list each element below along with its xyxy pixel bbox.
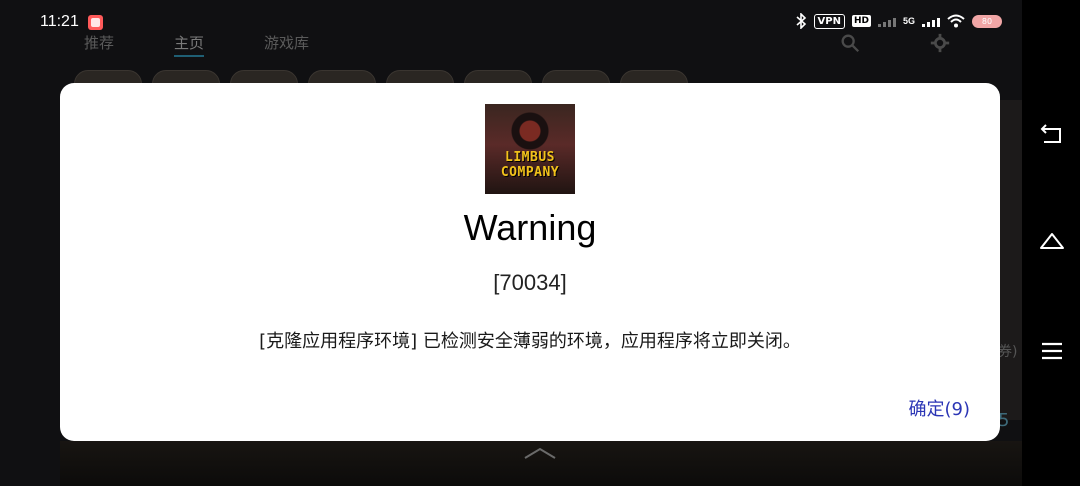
home-icon[interactable] — [1038, 228, 1066, 256]
vpn-badge: VPN — [813, 13, 845, 29]
warning-dialog: LIMBUS COMPANY Warning [70034] [克隆应用程序环境… — [60, 83, 1000, 441]
game-app-icon: LIMBUS COMPANY — [485, 104, 575, 194]
hd-badge: HD — [851, 15, 871, 27]
back-icon[interactable] — [1038, 120, 1066, 148]
game-logo-line-1: LIMBUS — [505, 150, 555, 165]
background-side-text: 券) — [998, 344, 1018, 360]
error-code: [70034] — [493, 270, 567, 295]
game-logo-line-2: COMPANY — [500, 165, 560, 180]
signal-empty-icon — [877, 18, 896, 27]
screen: 推荐 主页 游戏库 券) 5 11:21 VPN HD 5G 80 LIMBUS… — [0, 0, 1080, 486]
confirm-button[interactable]: 确定(9) — [880, 395, 971, 421]
battery-icon: 80 — [972, 14, 1002, 28]
dialog-message: [克隆应用程序环境] 已检测安全薄弱的环境，应用程序将立即关闭。 — [259, 331, 801, 352]
status-bar: 11:21 VPN HD 5G 80 — [0, 0, 1080, 44]
bluetooth-icon — [796, 13, 806, 29]
status-icons: VPN HD 5G 80 — [795, 13, 1002, 29]
network-type: 5G — [902, 16, 915, 26]
navigation-bar — [1022, 0, 1080, 486]
dialog-title: Warning — [463, 207, 597, 248]
game-icon-logo: LIMBUS COMPANY — [495, 150, 565, 180]
wifi-icon — [947, 14, 965, 28]
status-time: 11:21 — [40, 13, 79, 30]
signal-icon — [922, 18, 940, 27]
app-notification-icon — [88, 15, 103, 30]
chevron-up-icon[interactable] — [523, 446, 557, 460]
battery-level: 80 — [981, 16, 993, 26]
background-side-card — [1000, 100, 1022, 420]
menu-icon[interactable] — [1038, 337, 1066, 365]
game-icon-artwork — [485, 104, 575, 194]
